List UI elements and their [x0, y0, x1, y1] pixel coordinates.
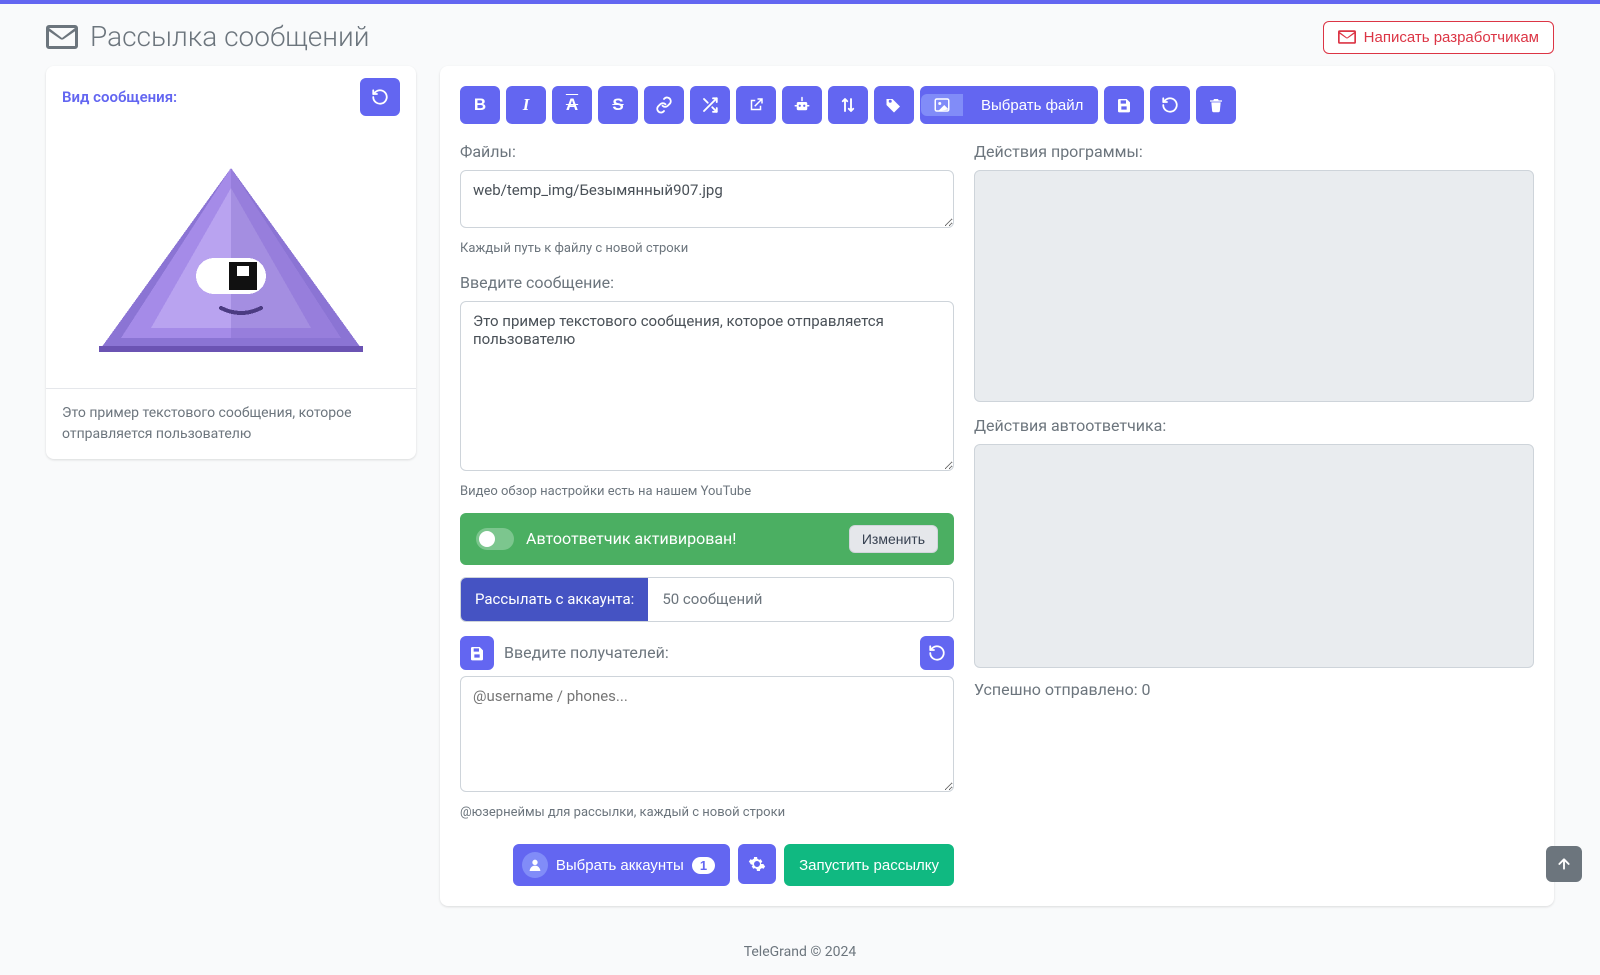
italic-button[interactable]: I [506, 86, 546, 124]
autoresponder-alert: Автоответчик активирован! Изменить [460, 513, 954, 565]
save-recipients-button[interactable] [460, 636, 494, 670]
preview-image [46, 128, 416, 388]
save-icon [1116, 97, 1132, 113]
message-label: Введите сообщение: [460, 271, 954, 295]
account-input-group: Рассылать с аккаунта: 50 сообщений [460, 577, 954, 622]
envelope-icon [1338, 30, 1356, 44]
strikethrough-icon: A [566, 95, 578, 115]
robot-icon [793, 96, 811, 114]
refresh-icon [928, 644, 946, 662]
gear-icon [748, 855, 766, 873]
refresh-recipients-button[interactable] [920, 636, 954, 670]
strike-button[interactable]: S [598, 86, 638, 124]
sort-button[interactable] [828, 86, 868, 124]
refresh-icon [371, 88, 389, 106]
message-textarea[interactable] [460, 301, 954, 471]
recipients-hint: @юзернеймы для рассылки, каждый с новой … [460, 803, 954, 823]
undo-button[interactable] [1150, 86, 1190, 124]
footer-text: TeleGrand © 2024 [0, 918, 1600, 975]
save-button[interactable] [1104, 86, 1144, 124]
files-textarea[interactable] [460, 170, 954, 228]
recipients-label: Введите получателей: [504, 641, 669, 665]
undo-icon [1161, 96, 1179, 114]
choose-file-button[interactable]: Выбрать файл [920, 86, 1098, 124]
bold-button[interactable]: B [460, 86, 500, 124]
autoresponder-toggle[interactable] [476, 528, 514, 550]
recipients-textarea[interactable] [460, 676, 954, 792]
trash-icon [1208, 97, 1224, 113]
program-log-box [974, 170, 1534, 402]
random-icon [701, 96, 719, 114]
link-button[interactable] [644, 86, 684, 124]
page-title-text: Рассылка сообщений [90, 16, 370, 58]
delete-button[interactable] [1196, 86, 1236, 124]
envelope-icon [46, 25, 78, 49]
message-hint: Видео обзор настройки есть на нашем YouT… [460, 482, 954, 502]
contact-developers-button[interactable]: Написать разработчикам [1323, 21, 1554, 54]
settings-button[interactable] [738, 844, 776, 884]
page-title: Рассылка сообщений [46, 16, 370, 58]
tags-button[interactable] [874, 86, 914, 124]
autoresponder-log-box [974, 444, 1534, 668]
arrow-up-icon [1556, 856, 1572, 872]
user-icon [522, 852, 548, 878]
preview-card: Вид сообщения: Это пример текстового соо… [46, 66, 416, 459]
autoresponder-log-label: Действия автоответчика: [974, 414, 1534, 438]
tags-icon [885, 96, 903, 114]
autoresponder-status-text: Автоответчик активирован! [526, 527, 736, 551]
link-icon [655, 96, 673, 114]
program-log-label: Действия программы: [974, 140, 1534, 164]
files-hint: Каждый путь к файлу с новой строки [460, 239, 954, 259]
preview-title: Вид сообщения: [62, 86, 177, 109]
main-card: B I A S Выбрать файл Файлы: Каждый путь … [440, 66, 1554, 906]
scroll-top-button[interactable] [1546, 846, 1582, 882]
sent-count: Успешно отправлено: 0 [974, 678, 1534, 702]
send-from-label: Рассылать с аккаунта: [461, 578, 648, 621]
refresh-preview-button[interactable] [360, 78, 400, 116]
autoresponder-edit-button[interactable]: Изменить [849, 525, 938, 553]
image-icon [921, 94, 963, 116]
random-button[interactable] [690, 86, 730, 124]
robot-button[interactable] [782, 86, 822, 124]
files-label: Файлы: [460, 140, 954, 164]
bold-icon: B [474, 95, 486, 115]
export-button[interactable] [736, 86, 776, 124]
strikethrough-button[interactable]: A [552, 86, 592, 124]
strike-icon: S [612, 95, 623, 115]
sort-icon [839, 96, 857, 114]
preview-message-text: Это пример текстового сообщения, которое… [46, 388, 416, 459]
start-mailing-button[interactable]: Запустить рассылку [784, 844, 954, 886]
editor-toolbar: B I A S Выбрать файл [460, 86, 1534, 124]
italic-icon: I [523, 95, 530, 115]
choose-accounts-button[interactable]: Выбрать аккаунты 1 [513, 844, 730, 886]
export-icon [747, 96, 765, 114]
save-icon [469, 645, 485, 661]
accounts-count-badge: 1 [692, 857, 715, 874]
account-value[interactable]: 50 сообщений [648, 578, 953, 621]
